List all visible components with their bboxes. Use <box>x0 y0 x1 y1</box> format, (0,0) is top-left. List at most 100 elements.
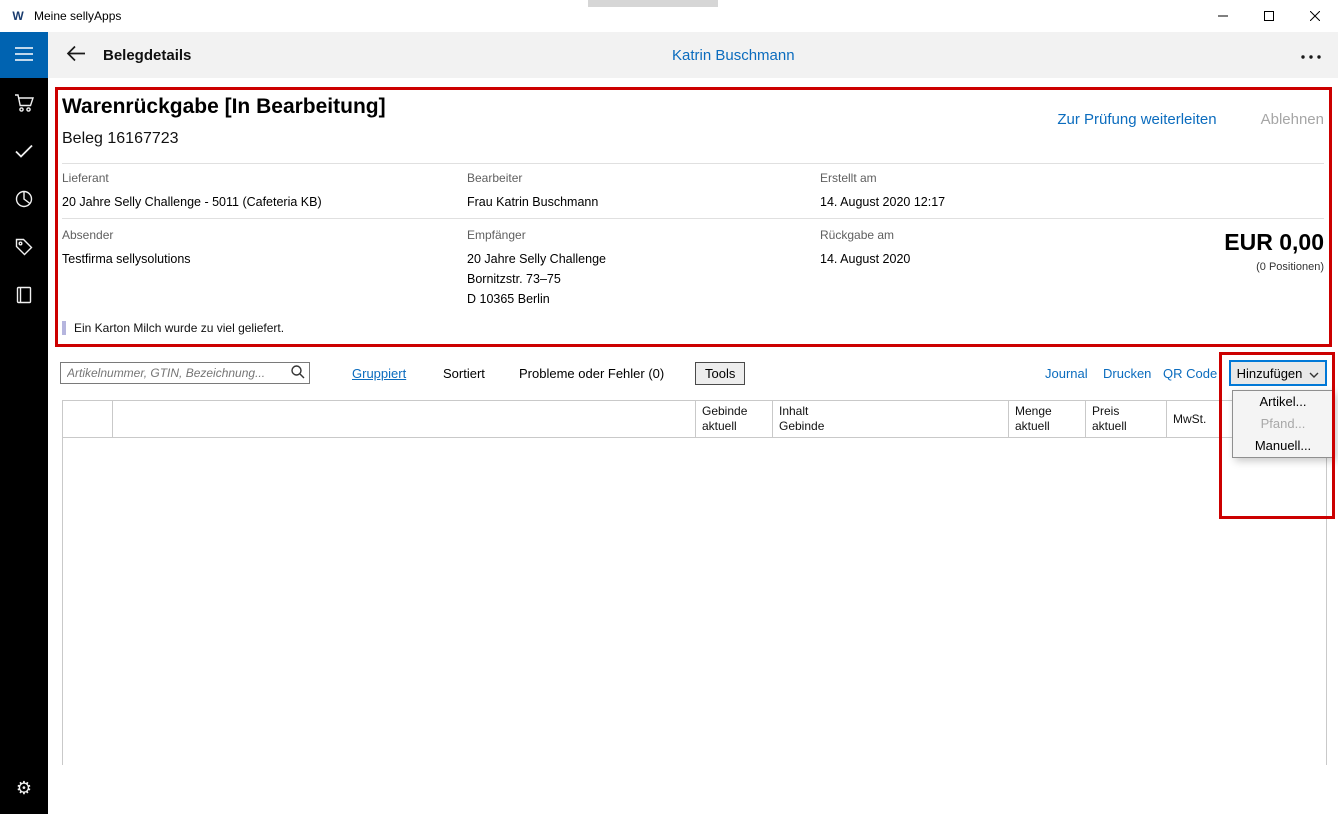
field-label: Rückgabe am <box>820 228 910 242</box>
table-header-bezeichnung <box>113 401 696 437</box>
header-line: aktuell <box>702 419 766 434</box>
document-number: Beleg 16167723 <box>62 130 179 148</box>
tag-icon <box>15 238 33 259</box>
maximize-icon <box>1264 9 1274 24</box>
table-body-empty <box>63 438 1326 765</box>
divider <box>62 218 1324 219</box>
field-absender: Absender Testfirma sellysolutions <box>62 228 191 269</box>
document-note: Ein Karton Milch wurde zu viel geliefert… <box>62 321 284 335</box>
drucken-link[interactable]: Drucken <box>1103 366 1151 381</box>
address-line: 20 Jahre Selly Challenge <box>467 249 606 269</box>
forward-for-review-button[interactable]: Zur Prüfung weiterleiten <box>1057 111 1216 128</box>
menu-button[interactable] <box>0 32 48 78</box>
book-icon <box>16 286 32 307</box>
pie-chart-icon <box>15 190 33 211</box>
minimize-button[interactable] <box>1200 0 1246 32</box>
hinzufuegen-dropdown-menu: Artikel... Pfand... Manuell... <box>1232 390 1334 458</box>
document-actions: Zur Prüfung weiterleiten Ablehnen <box>1057 111 1324 128</box>
field-bearbeiter: Bearbeiter Frau Katrin Buschmann <box>467 171 598 212</box>
address-line: D 10365 Berlin <box>467 289 606 309</box>
window-title: Meine sellyApps <box>34 9 121 23</box>
back-button[interactable] <box>61 45 91 65</box>
divider <box>62 163 1324 164</box>
header-line: aktuell <box>1015 419 1079 434</box>
titlebar-overlay-strip <box>588 0 718 7</box>
menu-icon <box>15 47 33 64</box>
menu-item-pfand[interactable]: Pfand... <box>1233 413 1333 435</box>
field-label: Absender <box>62 228 191 242</box>
maximize-button[interactable] <box>1246 0 1292 32</box>
user-name-link[interactable]: Katrin Buschmann <box>672 32 795 78</box>
close-button[interactable] <box>1292 0 1338 32</box>
journal-link[interactable]: Journal <box>1045 366 1088 381</box>
tools-button[interactable]: Tools <box>695 362 745 385</box>
document-total: EUR 0,00 (0 Positionen) <box>1224 229 1324 273</box>
table-header-mwst: MwSt. <box>1167 401 1241 437</box>
header-line: MwSt. <box>1173 412 1234 427</box>
total-amount: EUR 0,00 <box>1224 229 1324 256</box>
field-erstellt-am: Erstellt am 14. August 2020 12:17 <box>820 171 945 212</box>
minimize-icon <box>1218 9 1228 24</box>
table-header-row: Gebinde aktuell Inhalt Gebinde Menge akt… <box>63 401 1326 438</box>
gear-icon: ⚙ <box>16 779 32 797</box>
header-line: Inhalt <box>779 404 1002 419</box>
sidebar-item-documents[interactable] <box>0 272 48 320</box>
positions-count: (0 Positionen) <box>1224 261 1324 273</box>
header-line: aktuell <box>1092 419 1160 434</box>
field-value: Frau Katrin Buschmann <box>467 192 598 212</box>
header-line: Menge <box>1015 404 1079 419</box>
field-value: 20 Jahre Selly Challenge - 5011 (Cafeter… <box>62 192 322 212</box>
field-value: 14. August 2020 <box>820 249 910 269</box>
menu-item-artikel[interactable]: Artikel... <box>1233 391 1333 413</box>
field-value: 20 Jahre Selly Challenge Bornitzstr. 73–… <box>467 249 606 309</box>
header-line: Gebinde <box>702 404 766 419</box>
table-header-menge-aktuell: Menge aktuell <box>1009 401 1086 437</box>
search-button[interactable] <box>287 365 309 382</box>
tab-gruppiert[interactable]: Gruppiert <box>352 366 406 381</box>
table-header-select <box>63 401 113 437</box>
sidebar-item-settings[interactable]: ⚙ <box>0 764 48 812</box>
tab-sortiert[interactable]: Sortiert <box>443 366 485 381</box>
back-arrow-icon <box>66 45 86 65</box>
more-icon <box>1300 48 1322 63</box>
field-value: 14. August 2020 12:17 <box>820 192 945 212</box>
check-icon <box>15 144 33 161</box>
hinzufuegen-dropdown-button[interactable]: Hinzufügen <box>1229 360 1327 386</box>
app-window: W Meine sellyApps <box>0 0 1338 814</box>
field-label: Lieferant <box>62 171 322 185</box>
app-logo: W <box>10 8 26 24</box>
field-label: Erstellt am <box>820 171 945 185</box>
table-header-inhalt-gebinde: Inhalt Gebinde <box>773 401 1009 437</box>
note-text: Ein Karton Milch wurde zu viel geliefert… <box>74 321 284 335</box>
qr-code-link[interactable]: QR Code <box>1163 366 1217 381</box>
sidebar-item-reports[interactable] <box>0 176 48 224</box>
window-controls <box>1200 0 1338 32</box>
cart-icon <box>14 94 34 115</box>
header-line: Preis <box>1092 404 1160 419</box>
sidebar-item-cart[interactable] <box>0 80 48 128</box>
sidebar-item-tasks[interactable] <box>0 128 48 176</box>
table-header-preis-aktuell: Preis aktuell <box>1086 401 1167 437</box>
tab-probleme-oder-fehler[interactable]: Probleme oder Fehler (0) <box>519 366 664 381</box>
titlebar: W Meine sellyApps <box>0 0 1338 32</box>
field-value: Testfirma sellysolutions <box>62 249 191 269</box>
reject-button[interactable]: Ablehnen <box>1261 111 1324 128</box>
table-header-gebinde-aktuell: Gebinde aktuell <box>696 401 773 437</box>
note-marker <box>62 321 66 335</box>
field-label: Bearbeiter <box>467 171 598 185</box>
positions-table: Gebinde aktuell Inhalt Gebinde Menge akt… <box>62 400 1327 765</box>
app-header: Belegdetails Katrin Buschmann <box>0 32 1338 78</box>
hinzufuegen-label: Hinzufügen <box>1237 366 1303 381</box>
document-title: Warenrückgabe [In Bearbeitung] <box>62 95 386 119</box>
search-icon <box>291 365 305 382</box>
main-content: Warenrückgabe [In Bearbeitung] Beleg 161… <box>48 78 1338 814</box>
field-label: Empfänger <box>467 228 606 242</box>
page-title: Belegdetails <box>103 47 191 64</box>
more-options-button[interactable] <box>1300 48 1322 63</box>
chevron-down-icon <box>1309 366 1319 381</box>
search-box <box>60 362 310 384</box>
menu-item-manuell[interactable]: Manuell... <box>1233 435 1333 457</box>
sidebar-item-labels[interactable] <box>0 224 48 272</box>
field-rueckgabe-am: Rückgabe am 14. August 2020 <box>820 228 910 269</box>
search-input[interactable] <box>61 364 287 382</box>
